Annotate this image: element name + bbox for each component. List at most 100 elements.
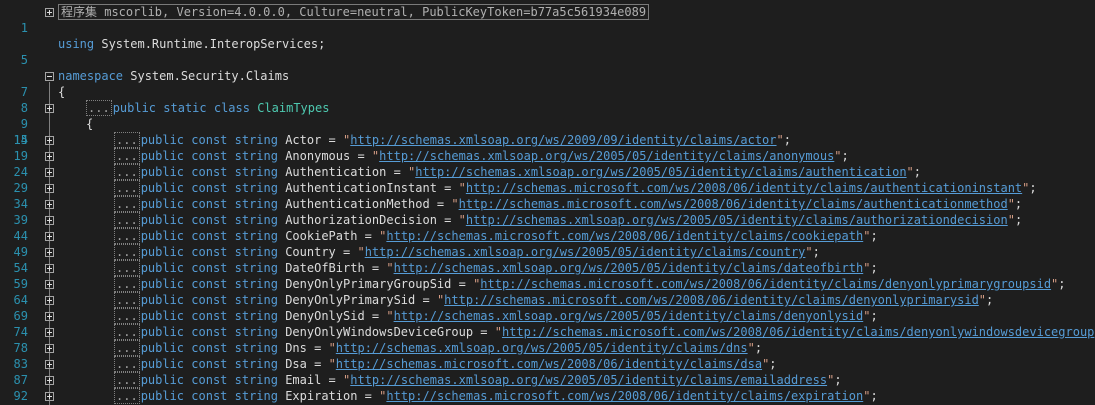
keyword-string: string [227,213,278,227]
collapsed-doc-comment[interactable]: ... [114,372,140,388]
claim-uri-link[interactable]: http://schemas.xmlsoap.org/ws/2005/05/id… [394,309,864,323]
quote-open: " [357,245,365,259]
collapsed-doc-comment[interactable]: ... [114,260,140,276]
plus-box-icon[interactable] [45,392,54,401]
claim-uri-link[interactable]: http://schemas.microsoft.com/ws/2008/06/… [386,229,863,243]
quote-close: " [776,133,784,147]
line-number: 34 [13,197,28,211]
line-number: 1 [20,21,28,35]
plus-box-icon[interactable] [45,264,54,273]
assembly-info-collapsed[interactable]: 程序集 mscorlib, Version=4.0.0.0, Culture=n… [58,4,650,20]
collapsed-doc-comment[interactable]: ... [114,228,140,244]
collapsed-doc-comment[interactable]: ... [114,340,140,356]
plus-box-icon[interactable] [45,312,54,321]
open-brace: { [58,85,66,99]
claim-uri-link[interactable]: http://schemas.xmlsoap.org/ws/2005/05/id… [379,149,834,163]
plus-box-icon[interactable] [45,376,54,385]
line-number: 74 [13,325,28,339]
plus-box-icon[interactable] [45,360,54,369]
collapsed-doc-comment[interactable]: ... [114,180,140,196]
collapsed-doc-comment[interactable]: ... [114,292,140,308]
keyword-public: public [140,197,185,211]
collapsed-doc-comment[interactable]: ... [114,324,140,340]
line-number: 44 [13,229,28,243]
claim-uri-link[interactable]: http://schemas.xmlsoap.org/ws/2009/09/id… [350,133,776,147]
plus-box-icon[interactable] [45,248,54,257]
semicolon: ; [870,261,878,275]
keyword-const: const [184,229,228,243]
semicolon: ; [812,245,820,259]
claim-uri-link[interactable]: http://schemas.xmlsoap.org/ws/2005/05/id… [336,341,748,355]
claim-uri-link[interactable]: http://schemas.microsoft.com/ws/2008/06/… [480,277,1051,291]
collapsed-doc-comment[interactable]: ... [114,276,140,292]
quote-open: " [451,197,459,211]
collapsed-doc-comment[interactable]: ... [114,308,140,324]
plus-box-icon[interactable] [45,232,54,241]
keyword-static: static [156,101,207,115]
plus-box-icon[interactable] [45,216,54,225]
keyword-public: public [140,293,185,307]
member-name: Country = [277,245,358,259]
member-name: Actor = [277,133,344,147]
claim-uri-link[interactable]: http://schemas.microsoft.com/ws/2008/06/… [386,389,863,403]
collapsed-attributes[interactable]: ... [86,100,112,116]
line-number: 5 [20,53,28,67]
line-number: 24 [13,165,28,179]
member-name: Expiration = [277,389,380,403]
member-name: AuthorizationDecision = [277,213,459,227]
member-line: 19... public const string Anonymous = "ht… [0,148,1095,164]
semicolon: ; [754,341,763,355]
member-line: 39... public const string AuthorizationDe… [0,212,1095,228]
plus-box-icon[interactable] [45,8,54,17]
keyword-public: public [140,165,185,179]
plus-box-icon[interactable] [45,152,54,161]
claim-uri-link[interactable]: http://schemas.xmlsoap.org/ws/2005/05/id… [394,261,864,275]
line-number: 29 [13,181,28,195]
collapsed-doc-comment[interactable]: ... [114,164,140,180]
line-number: 64 [13,293,28,307]
plus-box-icon[interactable] [45,136,54,145]
plus-box-icon[interactable] [45,296,54,305]
plus-box-icon[interactable] [45,328,54,337]
claim-uri-link[interactable]: http://schemas.xmlsoap.org/ws/2005/05/id… [466,213,1008,227]
minus-box-icon[interactable] [45,72,54,81]
collapsed-doc-comment[interactable]: ... [114,356,140,372]
plus-box-icon[interactable] [45,168,54,177]
collapsed-doc-comment[interactable]: ... [114,388,140,404]
plus-box-icon[interactable] [45,184,54,193]
claim-uri-link[interactable]: http://schemas.xmlsoap.org/ws/2005/05/id… [365,245,806,259]
semicolon: ; [841,149,849,163]
collapsed-doc-comment[interactable]: ... [114,148,140,164]
plus-box-icon[interactable] [45,200,54,209]
claim-uri-link[interactable]: http://schemas.microsoft.com/ws/2008/06/… [459,197,1008,211]
quote-open: " [328,341,336,355]
claim-uri-link[interactable]: http://schemas.microsoft.com/ws/2008/06/… [502,325,1094,339]
plus-box-icon[interactable] [45,104,54,113]
collapsed-doc-comment[interactable]: ... [114,212,140,228]
semicolon: ; [1029,181,1037,195]
plus-box-icon[interactable] [45,280,54,289]
keyword-string: string [227,229,278,243]
claim-uri-link[interactable]: http://schemas.microsoft.com/ws/2008/06/… [336,357,762,371]
member-line: 49... public const string Country = "http… [0,244,1095,260]
code-editor[interactable]: 1 程序集 mscorlib, Version=4.0.0.0, Culture… [0,0,1095,405]
keyword-public: public [140,309,185,323]
keyword-namespace: namespace [58,69,124,83]
keyword-public: public [140,357,185,371]
claim-uri-link[interactable]: http://schemas.xmlsoap.org/ws/2005/05/id… [350,373,827,387]
keyword-class: class [206,101,250,115]
member-line: 87... public const string Email = "http:/… [0,372,1095,388]
keyword-string: string [227,149,278,163]
keyword-public: public [140,325,185,339]
keyword-public: public [140,181,185,195]
semicolon: ; [1014,197,1023,211]
collapsed-doc-comment[interactable]: ... [114,244,140,260]
claim-uri-link[interactable]: http://schemas.microsoft.com/ws/2008/06/… [466,181,1022,195]
claim-uri-link[interactable]: http://schemas.microsoft.com/ws/2008/06/… [444,293,979,307]
collapsed-doc-comment[interactable]: ... [114,132,140,148]
member-name: CookiePath = [277,229,380,243]
keyword-string: string [227,309,278,323]
plus-box-icon[interactable] [45,344,54,353]
collapsed-doc-comment[interactable]: ... [114,196,140,212]
claim-uri-link[interactable]: http://schemas.xmlsoap.org/ws/2005/05/id… [415,165,906,179]
